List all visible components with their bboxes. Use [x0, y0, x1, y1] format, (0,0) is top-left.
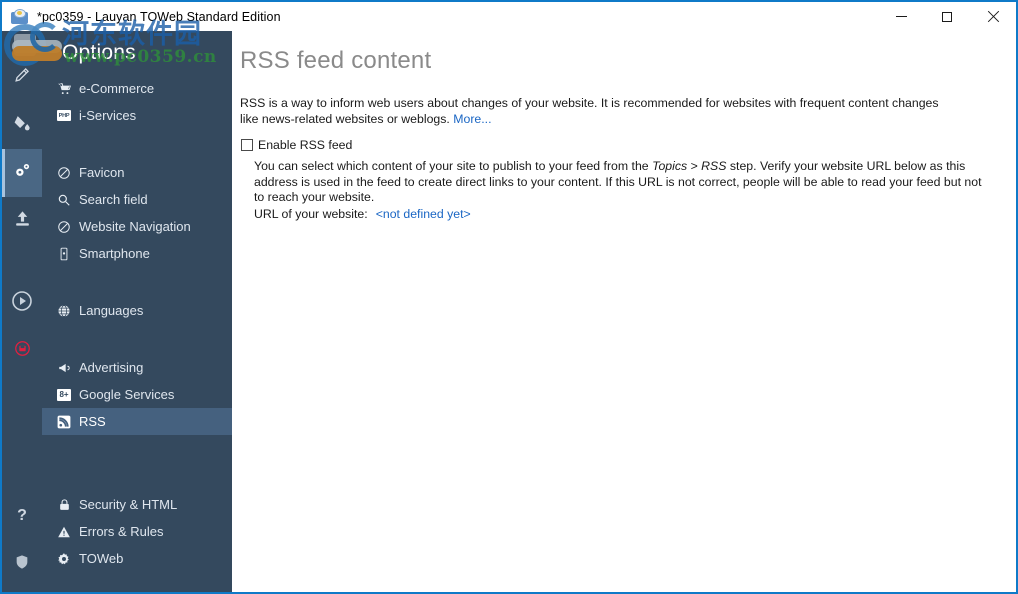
nav-group-languages: Languages	[42, 291, 232, 330]
lock-icon	[55, 497, 73, 513]
sidebar-item-advertising[interactable]: Advertising	[42, 354, 232, 381]
description-sep: >	[687, 159, 702, 173]
sidebar-title: Options	[62, 41, 136, 64]
sidebar-item-rss[interactable]: RSS	[42, 408, 232, 435]
url-label: URL of your website:	[254, 206, 368, 221]
content-panel: RSS feed content RSS is a way to inform …	[232, 31, 1016, 592]
gears-icon	[12, 160, 33, 186]
sidebar-item-label: Website Navigation	[79, 219, 191, 234]
globe-icon	[55, 303, 73, 319]
sidebar-item-security-html[interactable]: Security & HTML	[42, 491, 232, 518]
sidebar-item-errors-rules[interactable]: Errors & Rules	[42, 518, 232, 545]
question-mark-icon: ?	[17, 507, 27, 524]
sidebar-item-label: e-Commerce	[79, 81, 155, 96]
rail-item-options[interactable]	[2, 149, 42, 197]
enable-rss-feed-row[interactable]: Enable RSS feed	[232, 127, 1016, 152]
sidebar-item-label: i-Services	[79, 108, 137, 123]
sidebar-item-label: Languages	[79, 303, 144, 318]
paint-bucket-icon	[13, 113, 32, 137]
sidebar-item-label: Search field	[79, 192, 148, 207]
maximize-button[interactable]	[924, 2, 970, 31]
nav-group-advanced: Security & HTML Errors & Rules TOWeb	[42, 485, 232, 578]
description-part1: You can select which content of your sit…	[254, 159, 653, 173]
window-title: *pc0359 - Lauyan TOWeb Standard Edition	[37, 9, 281, 24]
window-controls	[878, 2, 1016, 31]
page-title: RSS feed content	[240, 47, 432, 74]
icon-rail: ?	[2, 31, 42, 592]
megaphone-icon	[55, 360, 73, 376]
url-value-link[interactable]: <not defined yet>	[376, 207, 471, 221]
options-sidebar: Options e-Commerce PHP i-Services Favico…	[42, 31, 232, 592]
upload-icon	[13, 209, 32, 233]
rail-item-theme[interactable]	[2, 101, 42, 149]
play-circle-icon	[10, 289, 34, 318]
sidebar-item-languages[interactable]: Languages	[42, 297, 232, 324]
rail-item-save[interactable]	[2, 327, 42, 375]
sidebar-item-search-field[interactable]: Search field	[42, 186, 232, 213]
rail-item-help[interactable]: ?	[2, 492, 42, 540]
sidebar-item-i-services[interactable]: PHP i-Services	[42, 102, 232, 129]
sidebar-item-label: Advertising	[79, 360, 144, 375]
warning-triangle-icon	[55, 524, 73, 540]
sidebar-item-label: Errors & Rules	[79, 524, 164, 539]
rail-item-edit[interactable]	[2, 53, 42, 101]
close-icon	[987, 11, 999, 23]
maximize-icon	[942, 11, 952, 22]
save-icon	[13, 339, 32, 363]
more-link[interactable]: More...	[453, 112, 491, 126]
gear-icon	[55, 551, 73, 567]
sidebar-item-label: Smartphone	[79, 246, 150, 261]
intro-text: RSS is a way to inform web users about c…	[240, 96, 939, 126]
nav-group-site: Favicon Search field Website Navigation	[42, 153, 232, 273]
smartphone-icon	[55, 246, 73, 262]
sidebar-item-smartphone[interactable]: Smartphone	[42, 240, 232, 267]
sidebar-item-toweb[interactable]: TOWeb	[42, 545, 232, 572]
navigation-icon	[55, 219, 73, 235]
sidebar-item-label: TOWeb	[79, 551, 124, 566]
enable-rss-feed-label: Enable RSS feed	[258, 138, 353, 152]
pencil-icon	[13, 65, 32, 89]
rss-icon	[55, 414, 73, 430]
application-window: *pc0359 - Lauyan TOWeb Standard Edition	[0, 0, 1018, 594]
intro-paragraph: RSS is a way to inform web users about c…	[232, 75, 979, 127]
sidebar-item-label: Security & HTML	[79, 497, 178, 512]
favicon-icon	[55, 165, 73, 181]
sidebar-item-website-navigation[interactable]: Website Navigation	[42, 213, 232, 240]
rail-bottom-group: ?	[2, 492, 42, 588]
sidebar-item-label: RSS	[79, 414, 106, 429]
sidebar-item-label: Favicon	[79, 165, 125, 180]
minimize-icon	[895, 16, 907, 17]
rss-description: You can select which content of your sit…	[232, 152, 1016, 206]
cart-icon	[55, 81, 73, 97]
google-plus-icon: 8+	[55, 387, 73, 403]
rail-item-publish[interactable]	[2, 197, 42, 245]
php-icon: PHP	[55, 108, 73, 124]
nav-group-services: e-Commerce PHP i-Services	[42, 69, 232, 135]
close-button[interactable]	[970, 2, 1016, 31]
website-url-row: URL of your website: <not defined yet>	[232, 206, 1016, 221]
enable-rss-feed-checkbox[interactable]	[241, 139, 253, 151]
rail-item-security[interactable]	[2, 540, 42, 588]
title-bar: *pc0359 - Lauyan TOWeb Standard Edition	[2, 2, 1016, 31]
sidebar-item-favicon[interactable]: Favicon	[42, 159, 232, 186]
magnifier-icon	[55, 192, 73, 208]
nav-group-promotion: Advertising 8+ Google Services RSS	[42, 348, 232, 441]
toweb-app-icon	[9, 7, 31, 27]
description-topics: Topics	[652, 159, 688, 173]
sidebar-item-e-commerce[interactable]: e-Commerce	[42, 75, 232, 102]
sidebar-item-google-services[interactable]: 8+ Google Services	[42, 381, 232, 408]
minimize-button[interactable]	[878, 2, 924, 31]
description-rss: RSS	[701, 159, 727, 173]
rail-item-preview[interactable]	[2, 279, 42, 327]
sidebar-item-label: Google Services	[79, 387, 175, 402]
shield-icon	[14, 554, 30, 575]
